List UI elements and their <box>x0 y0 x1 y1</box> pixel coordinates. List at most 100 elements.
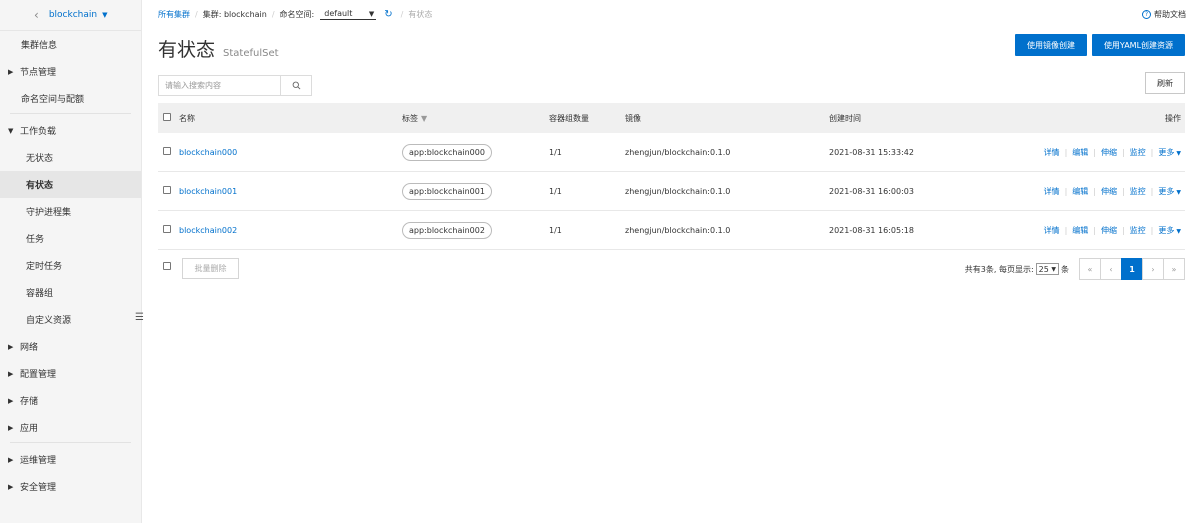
action-separator: | <box>1150 147 1154 157</box>
sidebar-item[interactable]: 任务 <box>0 225 141 252</box>
breadcrumb-all-clusters[interactable]: 所有集群 <box>158 9 190 20</box>
refresh-button[interactable]: 刷新 <box>1145 72 1185 94</box>
sidebar-item[interactable]: 命名空间与配额 <box>0 85 141 112</box>
row-created: 2021-08-31 15:33:42 <box>829 147 914 157</box>
details-link[interactable]: 详情 <box>1044 186 1060 197</box>
chevron-down-icon: ▼ <box>102 11 108 19</box>
sidebar-item[interactable]: ▶ 网络 <box>0 333 141 360</box>
chevron-down-icon: ▼ <box>1176 149 1181 157</box>
edit-link[interactable]: 编辑 <box>1072 147 1088 158</box>
edit-link[interactable]: 编辑 <box>1072 225 1088 236</box>
search-input[interactable] <box>158 75 280 96</box>
next-page-button[interactable]: › <box>1142 258 1164 280</box>
monitor-link[interactable]: 监控 <box>1130 186 1146 197</box>
sidebar-item[interactable]: ▶ 节点管理 <box>0 58 141 85</box>
batch-delete-button[interactable]: 批量删除 <box>182 258 239 279</box>
back-arrow-icon[interactable]: ‹ <box>34 8 39 22</box>
caret-right-icon: ▶ <box>8 369 14 378</box>
first-page-button[interactable]: « <box>1079 258 1101 280</box>
sidebar-item[interactable]: 有状态 <box>0 171 141 198</box>
sidebar-item[interactable]: 守护进程集 <box>0 198 141 225</box>
search-icon <box>292 81 300 90</box>
sidebar-item[interactable]: ▶ 运维管理 <box>0 446 141 473</box>
sidebar-item-label: 守护进程集 <box>26 208 72 218</box>
column-header-image: 镜像 <box>625 113 641 123</box>
main-content: 所有集群 / 集群: blockchain / 命名空间: default ▼ … <box>142 0 1200 523</box>
current-page-button[interactable]: 1 <box>1121 258 1143 280</box>
row-name-link[interactable]: blockchain002 <box>179 226 237 235</box>
select-all-checkbox[interactable] <box>163 113 171 123</box>
caret-right-icon: ▶ <box>8 396 14 405</box>
page-size-select[interactable]: 25 ▼ <box>1035 263 1059 275</box>
sidebar-item[interactable]: ▶ 存储 <box>0 387 141 414</box>
breadcrumb-current: 有状态 <box>408 10 433 19</box>
more-dropdown[interactable]: 更多 ▼ <box>1158 186 1181 197</box>
search-button[interactable] <box>280 75 312 96</box>
label-tag: app:blockchain002 <box>402 221 492 239</box>
breadcrumb-separator: / <box>271 10 275 19</box>
pagination-suffix: 条 <box>1061 264 1069 274</box>
chevron-down-icon: ▼ <box>1051 265 1056 273</box>
footer-select-all-checkbox[interactable] <box>163 262 171 273</box>
cluster-selector[interactable]: ‹ blockchain ▼ <box>0 0 141 31</box>
table-row: blockchain002 app:blockchain002 1/1 zhengju… <box>158 211 1185 250</box>
pagination-total: 共有3条, 每页显示: <box>964 264 1034 274</box>
sidebar-item[interactable]: ▶ 配置管理 <box>0 360 141 387</box>
action-separator: | <box>1093 147 1096 157</box>
help-docs-link[interactable]: ? 帮助文档 <box>1142 9 1186 20</box>
scale-link[interactable]: 伸缩 <box>1101 186 1117 197</box>
row-name-link[interactable]: blockchain001 <box>179 187 237 196</box>
namespace-select[interactable]: default ▼ <box>320 9 377 20</box>
more-label: 更多 <box>1158 225 1175 235</box>
action-separator: | <box>1064 225 1068 235</box>
sidebar-item[interactable]: ▶ 安全管理 <box>0 473 141 500</box>
more-dropdown[interactable]: 更多 ▼ <box>1158 225 1181 236</box>
filter-icon[interactable]: ▼ <box>421 114 427 123</box>
scale-link[interactable]: 伸缩 <box>1101 147 1117 158</box>
row-checkbox[interactable] <box>163 225 171 235</box>
namespace-label: 命名空间: <box>279 10 315 19</box>
column-header-labels: 标签 ▼ <box>402 113 427 124</box>
create-from-yaml-button[interactable]: 使用YAML创建资源 <box>1092 34 1185 56</box>
scale-link[interactable]: 伸缩 <box>1101 225 1117 236</box>
row-name-link[interactable]: blockchain000 <box>179 148 237 157</box>
caret-right-icon: ▶ <box>8 67 14 76</box>
last-page-button[interactable]: » <box>1163 258 1185 280</box>
breadcrumb-cluster: 集群: blockchain <box>202 10 267 19</box>
caret-right-icon: ▶ <box>8 423 14 432</box>
sidebar-item[interactable]: 自定义资源 <box>0 306 141 333</box>
sidebar-divider <box>10 442 131 443</box>
monitor-link[interactable]: 监控 <box>1130 147 1146 158</box>
row-image: zhengjun/blockchain:0.1.0 <box>625 225 731 235</box>
details-link[interactable]: 详情 <box>1044 225 1060 236</box>
row-actions: 详情 | 编辑 | 伸缩 | 监控 | 更多 ▼ <box>1044 225 1181 236</box>
sidebar-item[interactable]: 容器组 <box>0 279 141 306</box>
details-link[interactable]: 详情 <box>1044 147 1060 158</box>
refresh-icon[interactable]: ↻ <box>384 9 392 20</box>
chevron-down-icon: ▼ <box>1176 188 1181 196</box>
row-label-tag: app:blockchain000 <box>402 143 492 161</box>
row-label-tag: app:blockchain002 <box>402 221 492 239</box>
sidebar-item-label: 无状态 <box>26 154 54 164</box>
sidebar-item[interactable]: ▼ 工作负载 <box>0 117 141 144</box>
more-dropdown[interactable]: 更多 ▼ <box>1158 147 1181 158</box>
caret-right-icon: ▶ <box>8 455 14 464</box>
row-created: 2021-08-31 16:05:18 <box>829 225 914 235</box>
sidebar-item[interactable]: 集群信息 <box>0 31 141 58</box>
sidebar-item-label: 配置管理 <box>20 370 57 380</box>
monitor-link[interactable]: 监控 <box>1130 225 1146 236</box>
table-footer: 批量删除 共有3条, 每页显示: 25 ▼ 条 « ‹ 1 › » <box>158 258 1185 282</box>
action-separator: | <box>1121 147 1125 157</box>
row-checkbox[interactable] <box>163 147 171 157</box>
help-label: 帮助文档 <box>1154 10 1186 19</box>
sidebar-item[interactable]: 定时任务 <box>0 252 141 279</box>
prev-page-button[interactable]: ‹ <box>1100 258 1122 280</box>
sidebar-item[interactable]: ▶ 应用 <box>0 414 141 441</box>
create-from-image-button[interactable]: 使用镜像创建 <box>1015 34 1087 56</box>
sidebar-item[interactable]: 无状态 <box>0 144 141 171</box>
row-checkbox[interactable] <box>163 186 171 196</box>
edit-link[interactable]: 编辑 <box>1072 186 1088 197</box>
sidebar-item-label: 存储 <box>20 397 39 407</box>
column-header-actions: 操作 <box>1165 113 1181 123</box>
sidebar-item-label: 自定义资源 <box>26 316 72 326</box>
